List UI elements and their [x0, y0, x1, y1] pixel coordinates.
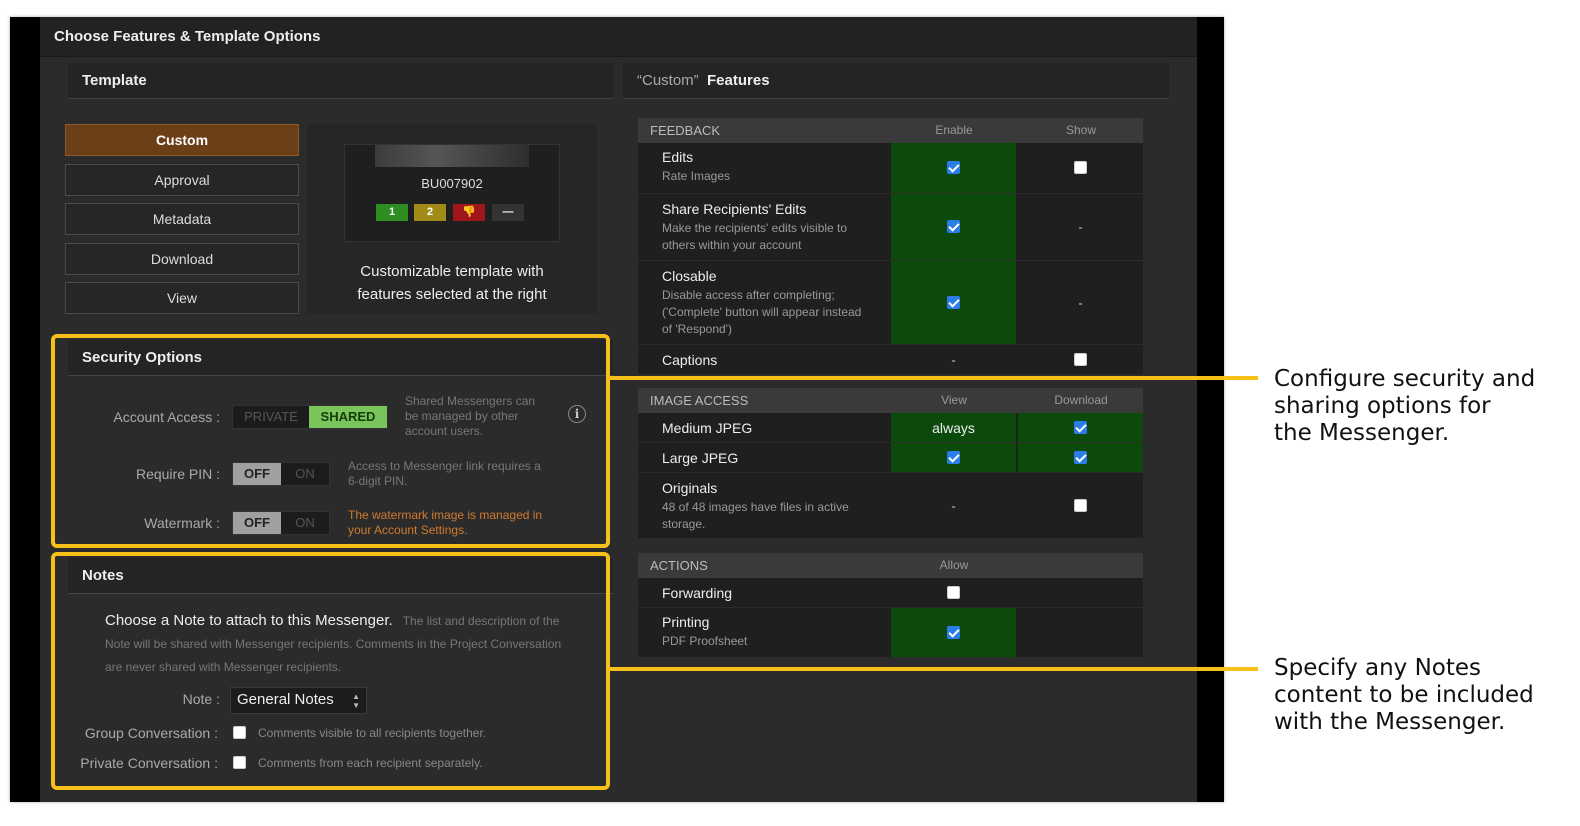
edits-show-checkbox[interactable]: [1074, 161, 1087, 174]
printing-allow-checkbox[interactable]: [947, 625, 960, 639]
custom-features-heading: “Custom” Features: [623, 63, 1169, 99]
closable-enable-checkbox[interactable]: [947, 295, 960, 309]
image-access-header: IMAGE ACCESS View Download: [638, 388, 1143, 413]
thumbs-down-icon: 👎: [453, 204, 485, 221]
notes-callout-line: [609, 667, 1258, 671]
security-highlight-box: [51, 334, 610, 548]
large-jpeg-download-checkbox[interactable]: [1074, 450, 1087, 464]
feature-row-edits: Edits Rate Images: [638, 143, 1143, 194]
feature-row-closable: Closable Disable access after completing…: [638, 261, 1143, 345]
clear-rating-icon: —: [492, 204, 524, 221]
share-edits-enable-checkbox[interactable]: [947, 220, 960, 233]
security-callout-line: [609, 376, 1258, 380]
preview-caption: Customizable template with features sele…: [357, 263, 547, 303]
actions-header: ACTIONS Allow: [638, 553, 1143, 578]
edits-enable-checkbox[interactable]: [947, 161, 960, 174]
preview-image: [375, 145, 529, 167]
template-custom-button[interactable]: Custom: [65, 124, 299, 156]
feature-row-large-jpeg: Large JPEG: [638, 443, 1143, 473]
feature-row-share-edits: Share Recipients' Edits Make the recipie…: [638, 194, 1143, 261]
medium-jpeg-download-checkbox[interactable]: [1074, 420, 1087, 434]
template-approval-button[interactable]: Approval: [65, 164, 299, 196]
rating-1-badge: 1: [376, 204, 408, 221]
feature-row-medium-jpeg: Medium JPEG always: [638, 413, 1143, 443]
originals-download-checkbox[interactable]: [1074, 498, 1087, 512]
template-download-button[interactable]: Download: [65, 243, 299, 275]
feature-row-captions: Captions -: [638, 345, 1143, 375]
window-title: Choose Features & Template Options: [40, 17, 1197, 57]
feature-row-printing: Printing PDF Proofsheet: [638, 608, 1143, 658]
template-preview: BU007902 1 2 👎 — Customizable template w…: [307, 124, 597, 314]
security-callout-text: Configure security and sharing options f…: [1274, 366, 1536, 446]
template-view-button[interactable]: View: [65, 282, 299, 314]
template-metadata-button[interactable]: Metadata: [65, 203, 299, 235]
template-heading: Template: [68, 63, 613, 99]
forwarding-allow-checkbox[interactable]: [947, 585, 960, 599]
feature-row-forwarding: Forwarding: [638, 578, 1143, 608]
notes-callout-text: Specify any Notes content to be included…: [1274, 655, 1534, 735]
preview-thumbnail-card: BU007902 1 2 👎 —: [344, 144, 560, 242]
preview-image-code: BU007902: [421, 176, 483, 191]
large-jpeg-view-checkbox[interactable]: [947, 450, 960, 464]
feature-row-originals: Originals 48 of 48 images have files in …: [638, 473, 1143, 539]
feedback-header: FEEDBACK Enable Show: [638, 118, 1143, 143]
captions-show-checkbox[interactable]: [1074, 352, 1087, 366]
rating-2-badge: 2: [414, 204, 446, 221]
notes-highlight-box: [51, 552, 610, 790]
